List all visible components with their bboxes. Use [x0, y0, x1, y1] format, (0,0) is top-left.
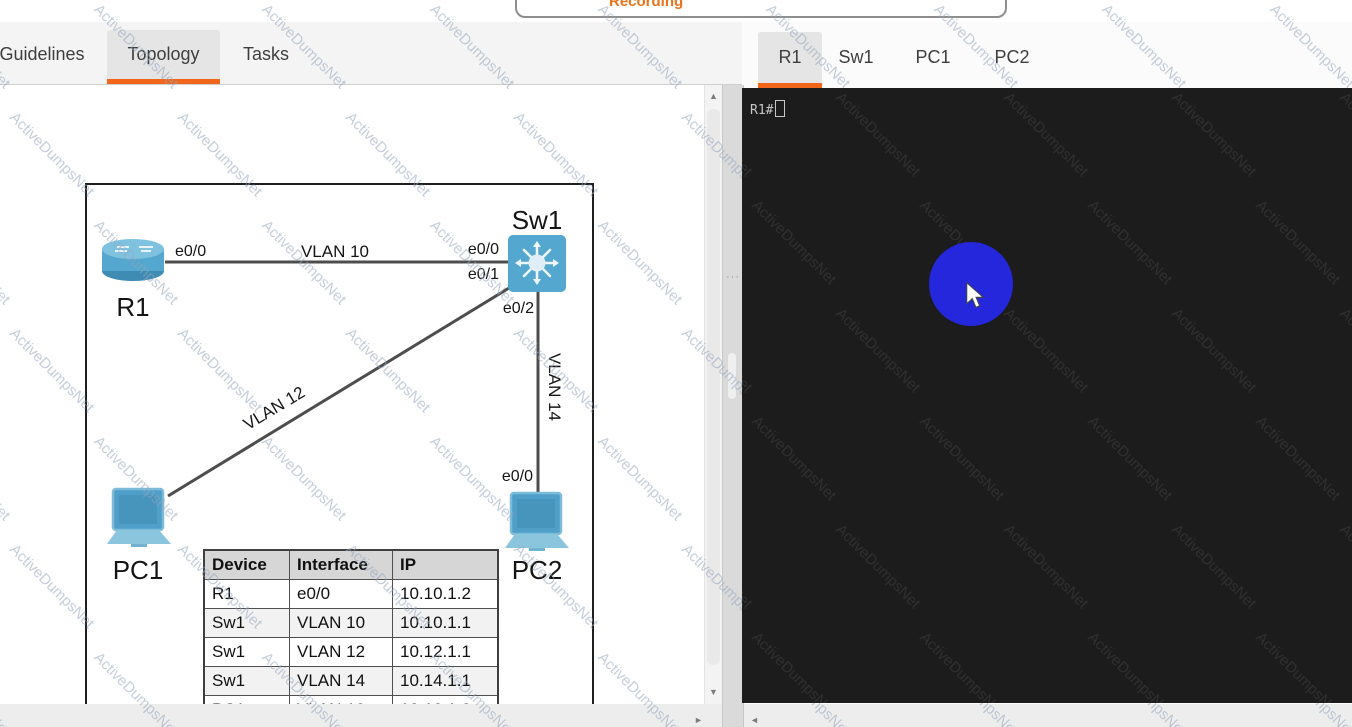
table-header-cell: Interface — [289, 549, 393, 580]
label-if-pc2-e00: e0/0 — [502, 468, 533, 485]
table-row: R1 e0/0 10.10.1.2 — [203, 579, 499, 609]
terminal-r1[interactable]: ActiveDumpsNet ActiveDumpsNet ActiveDumpsN… — [742, 88, 1352, 703]
watermark-text: ActiveDumpsNet — [1336, 520, 1352, 613]
label-device-pc1: PC1 — [113, 555, 164, 585]
click-highlight — [929, 242, 1013, 326]
table-cell: VLAN 14 — [289, 666, 393, 696]
watermark-text: ActiveDumpsNet — [1168, 520, 1260, 613]
table-cell: Sw1 — [203, 637, 290, 667]
switch-sw1-icon — [508, 235, 566, 292]
exam-simulator-window: Recording Guidelines Topology Tasks R1 S… — [0, 0, 1352, 727]
label-device-pc2: PC2 — [512, 555, 563, 585]
label-if-sw1-e00: e0/0 — [468, 241, 499, 258]
table-cell: 10.10.1.1 — [392, 608, 499, 638]
watermark-text: ActiveDumpsNet — [748, 628, 840, 703]
panel-splitter[interactable]: ··· — [722, 85, 744, 727]
label-if-sw1-e01: e0/1 — [468, 266, 499, 283]
console-tab-bar: R1 Sw1 PC1 PC2 — [742, 22, 1352, 88]
watermark-text: ActiveDumpsNet — [832, 88, 924, 181]
watermark-text: ActiveDumpsNet — [748, 196, 840, 289]
recording-banner: Recording — [515, 0, 1007, 18]
prompt-text: R1# — [750, 103, 774, 118]
tab-tasks[interactable]: Tasks — [225, 30, 307, 84]
watermark-text: ActiveDumpsNet — [1084, 628, 1176, 703]
watermark-text: ActiveDumpsNet — [1252, 412, 1344, 505]
scroll-right-arrow-icon[interactable]: ► — [694, 716, 703, 725]
label-vlan12: VLAN 12 — [240, 383, 308, 434]
label-vlan14: VLAN 14 — [545, 353, 564, 421]
tab-console-sw1[interactable]: Sw1 — [827, 32, 885, 88]
mouse-cursor-icon — [966, 282, 985, 309]
watermark-text: ActiveDumpsNet — [742, 304, 756, 397]
watermark-text: ActiveDumpsNet — [742, 520, 756, 613]
ip-table: Device Interface IP R1 e0/0 10.10.1.2 Sw1 VLAN… — [203, 549, 499, 727]
left-vertical-scrollbar[interactable]: ▲ ▼ — [704, 85, 722, 704]
table-cell: 10.12.1.1 — [392, 637, 499, 667]
terminal-prompt: R1# — [750, 100, 786, 118]
table-cell: 10.14.1.1 — [392, 666, 499, 696]
watermark-text: ActiveDumpsNet — [1084, 196, 1176, 289]
watermark-text: ActiveDumpsNet — [916, 628, 1008, 703]
table-cell: 10.10.1.2 — [392, 579, 499, 609]
table-cell: VLAN 10 — [289, 608, 393, 638]
scroll-left-arrow-icon[interactable]: ◄ — [750, 716, 759, 725]
watermark-text: ActiveDumpsNet — [832, 304, 924, 397]
vertical-scroll-thumb[interactable] — [707, 109, 720, 665]
terminal-cursor — [775, 100, 786, 117]
recording-label: Recording — [609, 0, 684, 10]
splitter-grip-icon: ··· — [726, 271, 740, 283]
table-header-cell: IP — [392, 549, 499, 580]
table-cell: Sw1 — [203, 608, 290, 638]
tab-guidelines[interactable]: Guidelines — [0, 30, 92, 84]
top-strip: Recording — [0, 0, 1352, 22]
laptop-pc1-icon — [105, 487, 173, 549]
watermark-text: ActiveDumpsNet — [1336, 304, 1352, 397]
watermark-text: ActiveDumpsNet — [832, 520, 924, 613]
watermark-text: ActiveDumpsNet — [748, 412, 840, 505]
tab-console-pc1[interactable]: PC1 — [904, 32, 962, 88]
watermark-text: ActiveDumpsNet — [1168, 88, 1260, 181]
table-cell: R1 — [203, 579, 290, 609]
horizontal-scrollbar-strip[interactable]: ► ◄ — [0, 704, 1352, 727]
link-sw1-pc1 — [167, 286, 510, 498]
watermark-text: ActiveDumpsNet — [1336, 88, 1352, 181]
watermark-text: ActiveDumpsNet — [1252, 628, 1344, 703]
watermark-text: ActiveDumpsNet — [1168, 304, 1260, 397]
watermark-text: ActiveDumpsNet — [1252, 196, 1344, 289]
label-device-sw1: Sw1 — [512, 205, 563, 235]
tab-console-r1[interactable]: R1 — [758, 32, 822, 88]
left-tab-bar: Guidelines Topology Tasks — [0, 22, 742, 85]
watermark-text: ActiveDumpsNet — [1084, 412, 1176, 505]
laptop-pc2-icon — [503, 491, 571, 553]
table-row: Sw1 VLAN 14 10.14.1.1 — [203, 666, 499, 696]
watermark-text: ActiveDumpsNet — [1000, 304, 1092, 397]
scroll-up-arrow-icon[interactable]: ▲ — [709, 92, 718, 101]
table-row: Sw1 VLAN 10 10.10.1.1 — [203, 608, 499, 638]
table-header-row: Device Interface IP — [203, 549, 499, 580]
label-if-r1-e00: e0/0 — [175, 243, 206, 260]
terminal-watermark-layer: ActiveDumpsNet ActiveDumpsNet ActiveDumpsN… — [742, 88, 1352, 703]
tab-topology[interactable]: Topology — [107, 30, 220, 84]
table-cell: Sw1 — [203, 666, 290, 696]
label-if-sw1-e02: e0/2 — [503, 300, 534, 317]
table-cell: e0/0 — [289, 579, 393, 609]
router-r1-icon — [102, 239, 164, 281]
watermark-text: ActiveDumpsNet — [1000, 520, 1092, 613]
left-panel: R1 Sw1 PC1 PC2 e0/0 VLAN 10 e0/0 e0/1 e0… — [0, 85, 704, 727]
table-row: Sw1 VLAN 12 10.12.1.1 — [203, 637, 499, 667]
watermark-text: ActiveDumpsNet — [916, 412, 1008, 505]
tab-console-pc2[interactable]: PC2 — [983, 32, 1041, 88]
splitter-handle[interactable] — [728, 353, 736, 399]
topology-canvas: R1 Sw1 PC1 PC2 e0/0 VLAN 10 e0/0 e0/1 e0… — [85, 183, 594, 727]
label-vlan10: VLAN 10 — [301, 242, 369, 261]
table-cell: VLAN 12 — [289, 637, 393, 667]
watermark-text: ActiveDumpsNet — [1000, 88, 1092, 181]
scroll-down-arrow-icon[interactable]: ▼ — [709, 688, 718, 697]
table-header-cell: Device — [203, 549, 290, 580]
label-device-r1: R1 — [116, 292, 149, 322]
